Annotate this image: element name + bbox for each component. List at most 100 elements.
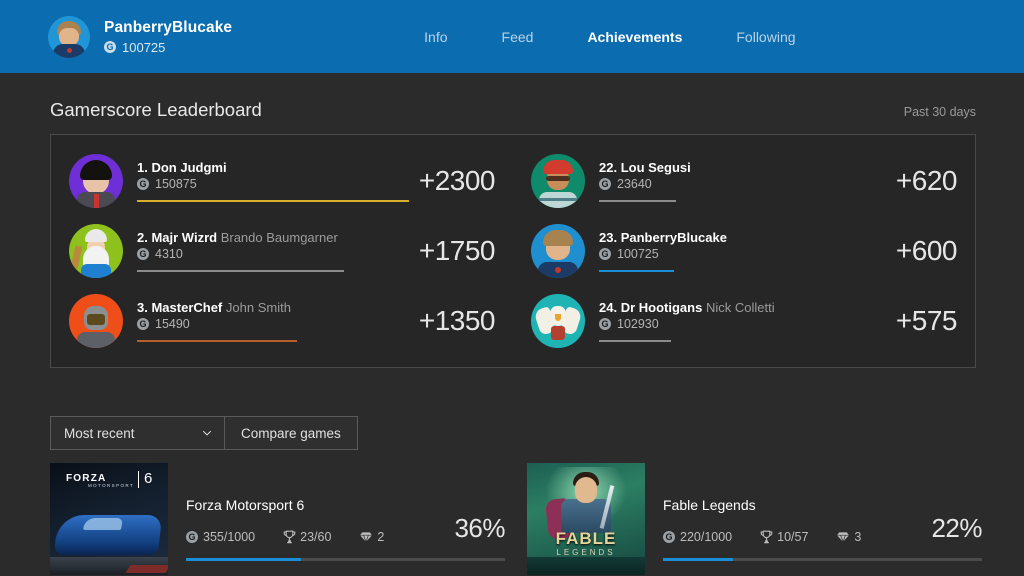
- sort-dropdown[interactable]: Most recent: [50, 416, 225, 450]
- leaderboard-row-name: 23. PanberryBlucake: [599, 230, 886, 245]
- leaderboard-row-score: G 102930: [599, 317, 886, 331]
- leaderboard-row-gamertag-text: MasterChef: [151, 300, 222, 315]
- compare-games-label: Compare games: [241, 426, 341, 441]
- avatar-owl-beak: [555, 314, 561, 321]
- game-card-body: Forza Motorsport 6G355/100023/60236%: [168, 463, 527, 575]
- leaderboard-row[interactable]: 22. Lou SegusiG23640+620: [513, 146, 975, 216]
- leaderboard-row-body: 1. Don Judgmi G150875: [137, 160, 409, 202]
- leaderboard-row-gamertag-text: Don Judgmi: [151, 160, 226, 175]
- game-gamerscore-value: 355/1000: [203, 530, 255, 544]
- game-box-art[interactable]: FORZAMOTORSPORT6: [50, 463, 168, 575]
- gamerscore-g-icon: G: [663, 531, 675, 543]
- leaderboard-row[interactable]: 3. MasterChef John SmithG15490+1350: [51, 286, 513, 356]
- leaderboard-row-body: 22. Lou Segusi G23640: [599, 160, 886, 202]
- forza-art-windshield: [83, 518, 123, 530]
- game-completion-percent: 22%: [931, 513, 1004, 544]
- leaderboard-title: Gamerscore Leaderboard: [50, 99, 262, 121]
- leaderboard-row-gamertag: 23.: [599, 230, 617, 245]
- trophy-icon: [283, 530, 296, 544]
- game-stats-row: G355/100023/60236%: [186, 513, 527, 544]
- leaderboard-row-gamerscore: 23640: [617, 177, 652, 191]
- game-rare-value: 3: [854, 530, 861, 544]
- gamerscore-g-icon: G: [599, 318, 611, 330]
- leaderboard-range: Past 30 days: [904, 105, 976, 119]
- leaderboard-row-gamertag: 2.: [137, 230, 148, 245]
- leaderboard-row-progress-fill: [137, 340, 297, 342]
- leaderboard-row-gamertag-text: Lou Segusi: [621, 160, 691, 175]
- avatar-hair: [80, 160, 112, 180]
- games-controls: Most recent Compare games: [50, 416, 1024, 450]
- game-stats: G 220/1000 10/57 3: [663, 530, 889, 544]
- tab-info[interactable]: Info: [424, 29, 447, 45]
- game-progress-fill: [663, 558, 733, 561]
- leaderboard-avatar[interactable]: [531, 294, 585, 348]
- gamerscore-g-icon: G: [599, 248, 611, 260]
- game-progress-track: [186, 558, 505, 561]
- leaderboard-row-score: G150875: [137, 177, 409, 191]
- leaderboard-row-gamertag: 22.: [599, 160, 617, 175]
- leaderboard-row-body: 2. Majr Wizrd Brando BaumgarnerG4310: [137, 230, 409, 272]
- leaderboard-row-progress-track: [137, 270, 409, 272]
- game-progress-track: [663, 558, 982, 561]
- leaderboard-row-progress-fill: [137, 200, 409, 202]
- leaderboard-row-gamertag: 3.: [137, 300, 148, 315]
- avatar-face: [59, 28, 79, 46]
- game-gamerscore-value: 220/1000: [680, 530, 732, 544]
- avatar-hair: [543, 230, 573, 246]
- fable-art-title: FABLE: [535, 529, 637, 549]
- game-title: Fable Legends: [663, 497, 1004, 513]
- tab-following[interactable]: Following: [736, 29, 795, 45]
- forza-art-subtitle: MOTORSPORT: [88, 483, 134, 488]
- fable-art-floor: [527, 557, 645, 575]
- tab-feed[interactable]: Feed: [502, 29, 534, 45]
- game-progress-fill: [186, 558, 301, 561]
- avatar-moustache: [546, 176, 570, 181]
- avatar-logo: [555, 267, 561, 273]
- leaderboard-panel: 1. Don JudgmiG150875+23002. Majr Wizrd B…: [50, 134, 976, 368]
- avatar[interactable]: [48, 16, 90, 58]
- leaderboard-row-score: G23640: [599, 177, 886, 191]
- avatar-owl-chest: [551, 326, 565, 340]
- avatar-robe: [81, 264, 111, 278]
- profile-summary[interactable]: PanberryBlucake G 100725: [0, 16, 232, 58]
- header-gamerscore: G 100725: [104, 40, 232, 55]
- game-completion-percent: 36%: [454, 513, 527, 544]
- leaderboard-avatar[interactable]: [531, 154, 585, 208]
- leaderboard-row-score: G 4310: [137, 247, 409, 261]
- leaderboard-column-left: 1. Don JudgmiG150875+23002. Majr Wizrd B…: [51, 146, 513, 356]
- chevron-down-icon: [201, 427, 213, 439]
- forza-art-stripe: [126, 565, 168, 573]
- leaderboard-row-gamerscore: 102930: [617, 317, 659, 331]
- leaderboard-avatar[interactable]: [69, 294, 123, 348]
- leaderboard-row[interactable]: 1. Don JudgmiG150875+2300: [51, 146, 513, 216]
- avatar-staff: [71, 246, 82, 269]
- game-box-art[interactable]: FABLELEGENDS: [527, 463, 645, 575]
- compare-games-button[interactable]: Compare games: [225, 416, 358, 450]
- diamond-icon: [836, 531, 850, 543]
- game-achievements-value: 10/57: [777, 530, 808, 544]
- game-card[interactable]: FORZAMOTORSPORT6Forza Motorsport 6G355/1…: [50, 463, 527, 575]
- leaderboard-row-gamerscore: 4310: [155, 247, 183, 261]
- game-card[interactable]: FABLELEGENDS Fable Legends G 220/1000 10/57 3…: [527, 463, 1004, 575]
- leaderboard-avatar[interactable]: [69, 154, 123, 208]
- leaderboard-row-gamerscore: 150875: [155, 177, 197, 191]
- leaderboard-header: Gamerscore Leaderboard Past 30 days: [0, 73, 1024, 121]
- leaderboard-row-progress-track: [599, 340, 886, 342]
- page-title: PanberryBlucake: [104, 19, 232, 37]
- tab-achievements[interactable]: Achievements: [587, 29, 682, 45]
- leaderboard-row-body: 24. Dr Hootigans Nick CollettiG102930: [599, 300, 886, 342]
- gamerscore-g-icon: G: [137, 248, 149, 260]
- leaderboard-row-progress-track: [137, 200, 409, 202]
- leaderboard-row[interactable]: 23. PanberryBlucakeG100725+600: [513, 216, 975, 286]
- leaderboard-avatar[interactable]: [69, 224, 123, 278]
- leaderboard-row-name: 1. Don Judgmi: [137, 160, 409, 175]
- leaderboard-row[interactable]: 2. Majr Wizrd Brando BaumgarnerG4310+175…: [51, 216, 513, 286]
- game-stats-row: G 220/1000 10/57 3 22%: [663, 513, 1004, 544]
- leaderboard-row-gamerscore: 100725: [617, 247, 659, 261]
- leaderboard-avatar[interactable]: [531, 224, 585, 278]
- leaderboard-row-gamertag: 1.: [137, 160, 148, 175]
- game-achievements-stat: 10/57: [760, 530, 808, 544]
- trophy-icon: [760, 530, 773, 544]
- leaderboard-row[interactable]: 24. Dr Hootigans Nick CollettiG102930+57…: [513, 286, 975, 356]
- forza-art-divider: [138, 471, 139, 488]
